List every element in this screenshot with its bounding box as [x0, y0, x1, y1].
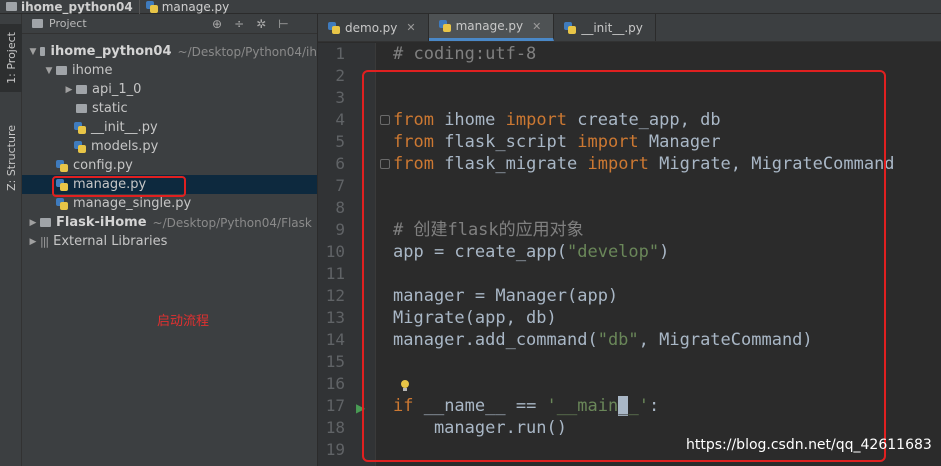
tree-item-label: static — [92, 101, 128, 116]
line-number: 18 — [325, 418, 345, 437]
collapse-arrow-icon[interactable]: ▶ — [62, 85, 76, 95]
line-number: 6 — [335, 154, 345, 173]
tree-item-ihome-python04[interactable]: ▼ ihome_python04 ~/Desktop/Python04/ih — [22, 42, 317, 61]
project-view-selector[interactable]: Project — [22, 17, 212, 30]
structure-tool-label: Z: Structure — [4, 125, 18, 191]
tree-item-label: ihome — [72, 63, 113, 78]
project-panel: Project ⊕ ÷ ✲ ⊢ ▼ ihome_python04 ~/Deskt… — [22, 14, 317, 466]
tab-label: __init__.py — [581, 20, 643, 35]
breadcrumb-item-file[interactable]: manage.py — [140, 0, 236, 14]
line-number: 1 — [335, 44, 345, 63]
line-number: 19 — [325, 440, 345, 459]
tool-window-strip: 1: Project Z: Structure — [0, 14, 22, 466]
tree-item-path: ~/Desktop/Python04/ih — [177, 44, 317, 59]
tree-item-flask-ihome[interactable]: ▶ Flask-iHome ~/Desktop/Python04/Flask — [22, 213, 317, 232]
python-file-icon — [145, 0, 158, 13]
collapse-arrow-icon[interactable]: ▶ — [26, 218, 40, 228]
breadcrumb-label: manage.py — [161, 0, 230, 14]
tab-label: demo.py — [345, 20, 398, 35]
line-number: 12 — [325, 286, 345, 305]
expand-arrow-icon[interactable]: ▼ — [42, 66, 56, 76]
locate-icon[interactable]: ⊕ — [212, 17, 222, 31]
collapse-icon[interactable]: ÷ — [234, 17, 244, 31]
tree-item-path: ~/Desktop/Python04/Flask — [152, 215, 312, 230]
project-tool-label: 1: Project — [4, 32, 18, 84]
tab-init-py[interactable]: __init__.py — [554, 14, 656, 41]
tree-item-label: __init__.py — [91, 120, 158, 135]
tree-item-label: models.py — [91, 139, 159, 154]
line-number: 5 — [335, 132, 345, 151]
line-number: 17 — [325, 396, 345, 415]
python-file-icon — [56, 197, 68, 210]
line-number: 8 — [335, 198, 345, 217]
watermark-text: https://blog.csdn.net/qq_42611683 — [686, 437, 932, 453]
tree-item-ihome[interactable]: ▼ ihome — [22, 61, 317, 80]
project-tool-tab[interactable]: 1: Project — [0, 24, 22, 92]
tree-item-api-1-0[interactable]: ▶ api_1_0 — [22, 80, 317, 99]
tree-item-label: External Libraries — [53, 234, 168, 249]
line-number: 2 — [335, 66, 345, 85]
line-number: 14 — [325, 330, 345, 349]
annotation-highlight-box — [362, 70, 886, 462]
folder-icon — [40, 47, 46, 56]
hide-panel-icon[interactable]: ⊢ — [278, 17, 288, 31]
package-folder-icon — [76, 85, 87, 94]
project-tree: ▼ ihome_python04 ~/Desktop/Python04/ih ▼… — [22, 34, 317, 251]
tree-item-label: Flask-iHome — [56, 215, 147, 230]
library-icon: ||| — [40, 235, 49, 248]
collapse-arrow-icon[interactable]: ▶ — [26, 237, 40, 247]
close-icon[interactable]: ✕ — [532, 20, 541, 33]
python-file-icon — [74, 121, 86, 134]
structure-tool-tab[interactable]: Z: Structure — [0, 112, 22, 204]
close-icon[interactable]: ✕ — [406, 21, 415, 34]
project-icon — [32, 19, 43, 28]
line-number: 15 — [325, 352, 345, 371]
breadcrumb: ihome_python04 manage.py — [0, 0, 941, 14]
python-file-icon — [564, 21, 577, 34]
python-file-icon — [328, 21, 340, 34]
line-number: 10 — [325, 242, 345, 261]
tree-item-label: api_1_0 — [92, 82, 142, 97]
breadcrumb-item-project[interactable]: ihome_python04 — [0, 0, 139, 14]
python-file-icon — [438, 20, 451, 32]
tab-label: manage.py — [455, 19, 524, 33]
folder-icon — [76, 104, 87, 113]
breadcrumb-label: ihome_python04 — [21, 0, 133, 14]
settings-gear-icon[interactable]: ✲ — [256, 17, 266, 31]
tree-item-models-py[interactable]: models.py — [22, 137, 317, 156]
tab-manage-py[interactable]: manage.py ✕ — [428, 14, 555, 41]
line-number: 16 — [325, 374, 345, 393]
tree-item-label: config.py — [73, 158, 133, 173]
line-number: 9 — [335, 220, 345, 239]
code-line-1: # coding:utf-8 — [393, 44, 537, 64]
folder-icon — [40, 218, 51, 227]
editor-tab-bar: demo.py ✕ manage.py ✕ __init__.py — [318, 14, 941, 42]
folder-icon — [6, 2, 17, 11]
line-number: 11 — [325, 264, 345, 283]
line-number: 13 — [325, 308, 345, 327]
tree-item-label: ihome_python04 — [50, 44, 172, 59]
line-number: 3 — [335, 88, 345, 107]
project-panel-header: Project ⊕ ÷ ✲ ⊢ — [22, 14, 317, 34]
tree-item-config-py[interactable]: config.py — [22, 156, 317, 175]
tree-item-init-py[interactable]: __init__.py — [22, 118, 317, 137]
annotation-text: 启动流程 — [157, 314, 210, 329]
annotation-highlight-box — [52, 176, 186, 197]
project-panel-title: Project — [49, 17, 87, 30]
tree-item-static[interactable]: static — [22, 99, 317, 118]
package-folder-icon — [56, 66, 67, 75]
line-number: 4 — [335, 110, 345, 129]
expand-arrow-icon[interactable]: ▼ — [26, 47, 40, 57]
tree-item-label: manage_single.py — [73, 196, 192, 211]
line-number: 7 — [335, 176, 345, 195]
tree-item-external-libraries[interactable]: ▶ ||| External Libraries — [22, 232, 317, 251]
python-file-icon — [74, 140, 86, 153]
python-file-icon — [56, 159, 68, 172]
tab-demo-py[interactable]: demo.py ✕ — [318, 14, 429, 41]
